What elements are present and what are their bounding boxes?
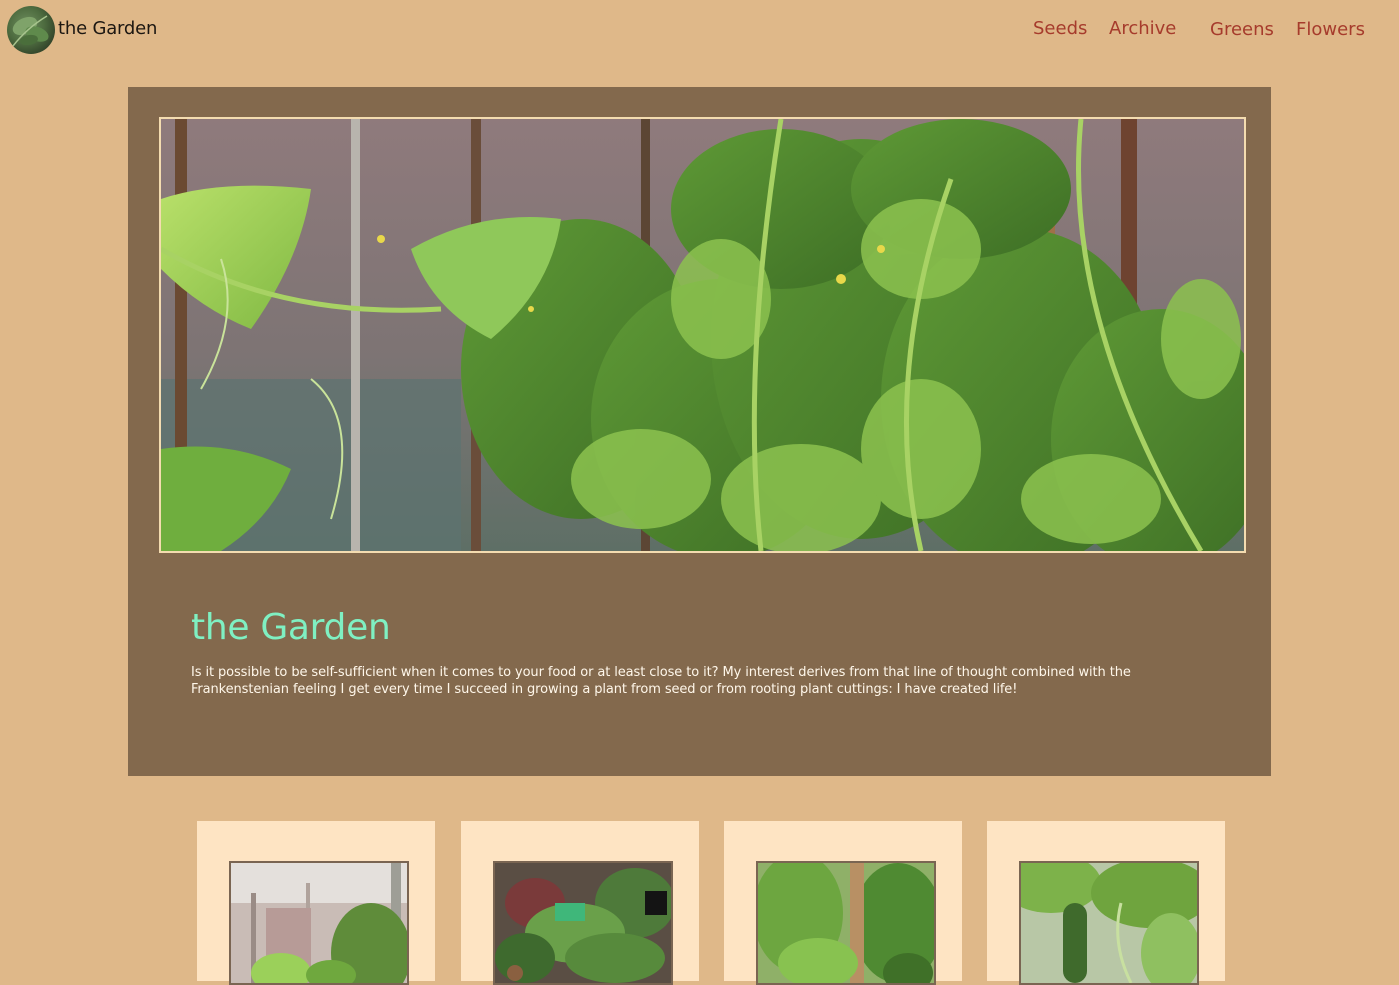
- site-header: the Garden Seeds Archive Greens Flowers: [0, 0, 1399, 60]
- card-image-tomato[interactable]: [756, 861, 936, 985]
- hero-title: the Garden: [191, 607, 391, 648]
- main-nav: Seeds Archive Greens Flowers: [0, 18, 1399, 42]
- post-card-1[interactable]: [197, 821, 435, 985]
- nav-archive-link[interactable]: Archive: [1109, 18, 1176, 39]
- post-card-2[interactable]: [461, 821, 699, 985]
- hero-section: the Garden Is it possible to be self-suf…: [128, 87, 1271, 776]
- card-image-greenhouse[interactable]: [229, 861, 409, 985]
- card-image-seedlings[interactable]: [493, 861, 673, 985]
- card-image-cucumber[interactable]: [1019, 861, 1199, 985]
- hero-image: [159, 117, 1246, 553]
- hero-description: Is it possible to be self-sufficient whe…: [191, 665, 1131, 697]
- post-card-4[interactable]: [987, 821, 1225, 985]
- post-card-3[interactable]: [724, 821, 962, 985]
- nav-flowers-link[interactable]: Flowers: [1296, 19, 1365, 40]
- nav-greens-link[interactable]: Greens: [1210, 19, 1274, 40]
- nav-seeds-link[interactable]: Seeds: [1033, 18, 1087, 39]
- post-cards: [0, 821, 1399, 985]
